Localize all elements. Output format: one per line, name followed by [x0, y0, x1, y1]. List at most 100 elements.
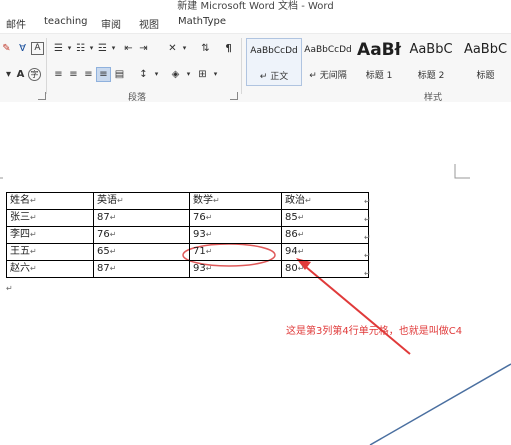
borders-dropdown-icon[interactable]: ▾ [209, 68, 222, 81]
style-heading-2[interactable]: AaBbC 标题 2 [406, 38, 456, 84]
table-cell[interactable]: 93↵ [189, 226, 282, 244]
table-cell[interactable]: 政治↵ [281, 192, 369, 210]
table-cell[interactable]: 85↵ [281, 209, 369, 227]
cell-text: 87 [97, 263, 110, 274]
chinese-layout-dropdown-icon[interactable]: ▾ [178, 42, 191, 55]
style-preview: AaBbC [463, 42, 508, 57]
justify-icon[interactable]: ≡ [96, 67, 111, 82]
highlight-icon[interactable]: ✎ [0, 42, 13, 55]
table-cell[interactable]: 李四↵ [6, 226, 94, 244]
table-cell[interactable]: 76↵ [189, 209, 282, 227]
font-color-icon[interactable]: A [14, 68, 27, 81]
cell-mark: ↵ [109, 230, 117, 239]
cell-text: 93 [193, 229, 206, 240]
row-end-mark: ↵ [364, 197, 371, 206]
line-spacing-dropdown-icon[interactable]: ▾ [150, 68, 163, 81]
cell-text: 76 [193, 212, 206, 223]
cell-mark: ↵ [297, 213, 305, 222]
shading-dropdown-icon[interactable]: ▾ [182, 68, 195, 81]
cell-mark: ↵ [205, 264, 213, 273]
table-cell[interactable]: 94↵ [281, 243, 369, 261]
table-cell-c4[interactable]: 71↵ [189, 243, 282, 261]
cell-mark: ↵ [109, 247, 117, 256]
tab-mailings[interactable]: 邮件 [6, 16, 26, 31]
tab-mathtype[interactable]: MathType [178, 16, 226, 27]
align-left-icon[interactable]: ≡ [52, 68, 65, 81]
tab-review[interactable]: 审阅 [101, 16, 121, 31]
diagonal-line [369, 363, 511, 445]
table-cell[interactable]: 87↵ [93, 260, 190, 278]
header-politics: 政治 [285, 195, 305, 206]
row-end-mark: ↵ [364, 233, 371, 242]
font-dialog-launcher-icon[interactable] [38, 92, 46, 100]
score-table: 姓名↵ 英语↵ 数学↵ 政治↵ 张三↵ 87↵ 76↵ 85↵ 李四↵ 76↵ … [6, 192, 369, 278]
multilevel-dropdown-icon[interactable]: ▾ [107, 42, 120, 55]
cell-mark: ↵ [30, 196, 37, 205]
cell-text: 94 [285, 246, 298, 257]
cell-text: 86 [285, 229, 298, 240]
tab-teaching[interactable]: teaching [44, 16, 88, 27]
cell-mark: ↵ [30, 213, 37, 222]
style-heading-1[interactable]: AaBł 标题 1 [356, 38, 402, 84]
style-name: 标题 [476, 71, 495, 81]
header-name: 姓名 [10, 195, 30, 206]
line-spacing-icon[interactable]: ↕ [137, 68, 150, 81]
style-no-spacing[interactable]: AaBbCcDd ↵ 无间隔 [302, 38, 354, 84]
table-header-row: 姓名↵ 英语↵ 数学↵ 政治↵ [6, 192, 369, 210]
cell-mark: ↵ [205, 230, 213, 239]
cell-mark: ↵ [109, 213, 117, 222]
style-preview: AaBbC [409, 42, 453, 57]
table-cell[interactable]: 65↵ [93, 243, 190, 261]
style-normal[interactable]: AaBbCcDd ↵ 正文 [246, 38, 302, 86]
table-cell[interactable]: 93↵ [189, 260, 282, 278]
ribbon: ✎ Ɐ A ▾ A 字 ☰ ▾ ☷ ▾ ☲ ▾ ⇤ ⇥ ✕ ▾ ⇅ ¶ ≡ ≡ … [0, 33, 511, 103]
row-end-mark: ↵ [364, 215, 371, 224]
table-cell[interactable]: 英语↵ [93, 192, 190, 210]
style-preview: AaBbCcDd [250, 46, 298, 56]
cell-mark: ↵ [30, 264, 37, 273]
table-cell[interactable]: 87↵ [93, 209, 190, 227]
cell-text: 王五 [10, 246, 30, 257]
cell-mark: ↵ [30, 247, 37, 256]
sort-icon[interactable]: ⇅ [199, 42, 212, 55]
align-center-icon[interactable]: ≡ [67, 68, 80, 81]
text-effects-icon[interactable]: Ɐ [16, 42, 29, 55]
cell-text: 87 [97, 212, 110, 223]
header-english: 英语 [97, 195, 117, 206]
enclosed-char-icon[interactable]: 字 [28, 68, 41, 81]
table-cell[interactable]: 86 ↵ [281, 226, 369, 244]
table-cell[interactable]: 赵六↵ [6, 260, 94, 278]
annotation-text: 这是第3列第4行单元格，也就是叫做C4 [286, 326, 463, 337]
table-cell[interactable]: 76↵ [93, 226, 190, 244]
borders-icon[interactable]: ⊞ [196, 68, 209, 81]
decrease-indent-icon[interactable]: ⇤ [122, 42, 135, 55]
distributed-icon[interactable]: ▤ [113, 68, 126, 81]
header-math: 数学 [193, 195, 213, 206]
table-cell[interactable]: 张三↵ [6, 209, 94, 227]
cell-mark: ↵ [117, 196, 124, 205]
cell-mark: ↵ [297, 247, 305, 256]
cell-mark: ↵ [305, 196, 312, 205]
char-border-icon[interactable]: A [31, 42, 44, 55]
paragraph-dialog-launcher-icon[interactable] [230, 92, 238, 100]
document-page[interactable]: 姓名↵ 英语↵ 数学↵ 政治↵ 张三↵ 87↵ 76↵ 85↵ 李四↵ 76↵ … [0, 102, 511, 445]
style-name: 标题 1 [365, 71, 393, 81]
table-cell[interactable]: 姓名↵ [6, 192, 94, 210]
table-row: 王五↵ 65↵ 71↵ 94↵ [6, 243, 369, 261]
window-title: 新建 Microsoft Word 文档 - Word [0, 0, 511, 13]
table-cell[interactable]: 80↵ [281, 260, 369, 278]
show-marks-icon[interactable]: ¶ [222, 42, 235, 55]
cell-mark: ↵ [30, 230, 37, 239]
style-name: ↵ 无间隔 [309, 71, 347, 81]
table-cell[interactable]: 数学↵ [189, 192, 282, 210]
cell-mark: ↵ [297, 264, 305, 273]
table-row: 张三↵ 87↵ 76↵ 85↵ [6, 209, 369, 227]
increase-indent-icon[interactable]: ⇥ [137, 42, 150, 55]
style-title[interactable]: AaBbC 标题 [460, 38, 511, 84]
cell-text: 71 [193, 246, 206, 257]
align-right-icon[interactable]: ≡ [82, 68, 95, 81]
tab-view[interactable]: 视图 [139, 16, 159, 31]
cell-text: 93 [193, 263, 206, 274]
shading-icon[interactable]: ◈ [169, 68, 182, 81]
table-cell[interactable]: 王五↵ [6, 243, 94, 261]
